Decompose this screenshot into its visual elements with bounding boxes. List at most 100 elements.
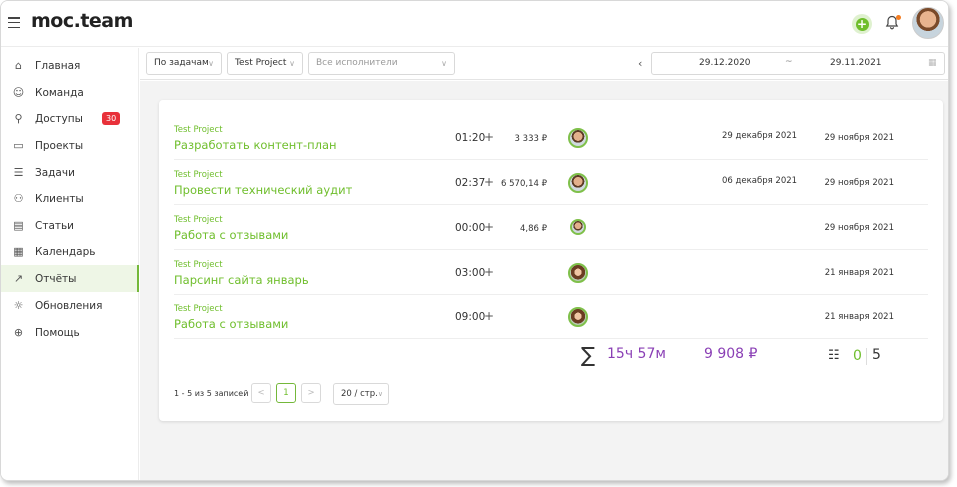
sidebar-item-articles[interactable]: ▤ Статьи [1,212,139,239]
sidebar-item-clients[interactable]: ⚇ Клиенты [1,185,139,212]
row-task[interactable]: Работа с отзывами [174,228,288,242]
app-logo[interactable]: moc.team [31,10,133,32]
filter-bar: По задачам ∨ Test Project ∨ Все исполнител… [140,48,948,80]
sidebar: ⌂ Главная ☺ Команда ⚲ Доступы 30 ▭ Проекты ☰ З… [1,48,139,480]
chevron-down-icon: ∨ [377,390,383,398]
done-count: 0 [853,348,862,364]
sidebar-item-label: Доступы [35,112,83,125]
row-cost: 4,86 ₽ [519,224,547,234]
date-from[interactable]: 29.12.2020 [699,58,751,68]
sidebar-item-reports[interactable]: ↗ Отчёты [1,265,139,292]
table-row[interactable]: Test Project Работа с отзывами 09:00 + 2… [174,294,928,339]
handshake-icon: ⚇ [13,192,24,205]
home-icon: ⌂ [15,59,22,72]
sidebar-item-tasks[interactable]: ☰ Задачи [1,159,139,186]
table-row[interactable]: Test Project Разработать контент-план 01… [174,115,928,160]
row-time: 00:00 [455,222,486,234]
assignee-avatar [568,173,588,193]
sidebar-item-team[interactable]: ☺ Команда [1,79,139,106]
table-row[interactable]: Test Project Провести технический аудит … [174,160,928,205]
sidebar-item-label: Помощь [35,326,80,339]
row-project[interactable]: Test Project [174,215,223,225]
row-created: 29 ноября 2021 [824,223,894,233]
notifications-button[interactable] [885,15,901,31]
sidebar-item-home[interactable]: ⌂ Главная [1,52,139,79]
row-cost: 6 570,14 ₽ [501,179,547,189]
table-row[interactable]: Test Project Парсинг сайта январь 03:00 … [174,250,928,295]
prev-page-button[interactable]: < [251,383,271,403]
row-project[interactable]: Test Project [174,125,223,135]
plus-circle-icon: + [855,16,869,31]
access-count-badge: 30 [102,112,121,125]
row-project[interactable]: Test Project [174,304,223,314]
project-select[interactable]: Test Project ∨ [227,52,303,75]
row-deadline: 06 декабря 2021 [722,176,798,186]
key-icon: ⚲ [14,112,23,125]
sidebar-item-label: Статьи [35,219,75,232]
notification-dot [896,15,901,20]
row-created: 21 января 2021 [824,268,894,278]
bulb-icon: ☼ [13,299,24,312]
sidebar-item-label: Проекты [35,139,84,152]
row-task[interactable]: Провести технический аудит [174,183,352,197]
row-project[interactable]: Test Project [174,170,223,180]
totals-divider [866,348,867,365]
next-page-button[interactable]: > [301,383,321,403]
calendar-icon: ▦ [13,245,24,258]
project-value: Test Project [235,58,287,68]
row-task[interactable]: Парсинг сайта январь [174,273,309,287]
sidebar-item-projects[interactable]: ▭ Проекты [1,132,139,159]
assignee-avatar [570,219,586,235]
row-project[interactable]: Test Project [174,260,223,270]
sidebar-item-access[interactable]: ⚲ Доступы 30 [1,105,139,132]
date-range-picker[interactable]: 29.12.2020 ~ 29.11.2021 ▦ [651,52,945,75]
assignee-placeholder: Все исполнители [316,58,398,68]
page-size-select[interactable]: 20 / стр. ∨ [333,383,389,405]
row-task[interactable]: Работа с отзывами [174,317,288,331]
sidebar-item-label: Клиенты [35,192,84,205]
group-by-select[interactable]: По задачам ∨ [146,52,222,75]
add-time-button[interactable]: + [484,309,494,323]
assignee-avatar [568,128,588,148]
assignee-select[interactable]: Все исполнители ∨ [308,52,455,75]
chart-line-icon: ↗ [13,272,24,285]
page-1-button[interactable]: 1 [276,383,296,403]
row-task[interactable]: Разработать контент-план [174,138,337,152]
row-time: 09:00 [455,311,486,323]
sidebar-item-help[interactable]: ⊕ Помощь [1,319,139,346]
chevron-down-icon: ∨ [441,59,447,68]
table-row[interactable]: Test Project Работа с отзывами 00:00 + 4… [174,205,928,250]
page-size-value: 20 / стр. [341,389,378,399]
row-created: 29 ноября 2021 [824,133,894,143]
sidebar-item-label: Команда [35,86,84,99]
date-prev-button[interactable]: ‹ [638,58,648,70]
user-avatar[interactable] [912,7,944,39]
date-separator: ~ [785,57,793,67]
calendar-icon: ▦ [928,58,937,68]
chevron-down-icon: ∨ [289,59,295,68]
task-list-icon: ☷ [828,348,840,363]
row-created: 29 ноября 2021 [824,178,894,188]
team-icon: ☺ [12,86,25,99]
row-cost: 3 333 ₽ [514,134,547,144]
row-time: 02:37 [455,177,486,189]
sidebar-item-label: Задачи [35,166,75,179]
add-button[interactable]: + [852,14,872,34]
menu-burger-icon[interactable] [8,17,20,28]
row-time: 01:20 [455,132,486,144]
article-icon: ▤ [13,219,24,232]
row-created: 21 января 2021 [824,312,894,322]
date-to[interactable]: 29.11.2021 [830,58,882,68]
row-time: 03:00 [455,267,486,279]
sidebar-item-calendar[interactable]: ▦ Календарь [1,238,139,265]
add-time-button[interactable]: + [484,265,494,279]
sidebar-item-label: Обновления [35,299,103,312]
help-icon: ⊕ [13,326,24,339]
sidebar-item-label: Отчёты [35,272,77,285]
folder-icon: ▭ [13,139,24,152]
pagination-info: 1 - 5 из 5 записей [174,389,249,398]
sidebar-item-updates[interactable]: ☼ Обновления [1,292,139,319]
group-by-value: По задачам [154,58,209,68]
task-count: 5 [872,347,881,363]
tasks-icon: ☰ [13,166,24,179]
